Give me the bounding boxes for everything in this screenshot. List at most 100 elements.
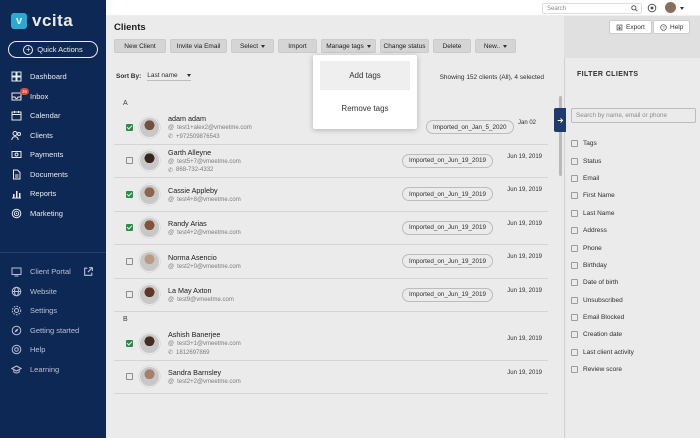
client-tag[interactable]: Imported_on_Jun_19_2019 [402, 254, 494, 268]
filter-option-status[interactable]: Status [571, 152, 634, 169]
filter-option-email-blocked[interactable]: Email Blocked [571, 309, 634, 326]
client-avatar[interactable] [139, 366, 160, 388]
sidebar-item-clients[interactable]: Clients [0, 126, 106, 146]
sidebar-item-website[interactable]: Website [0, 282, 106, 302]
filter-checkbox[interactable] [571, 261, 578, 269]
quick-actions-button[interactable]: + Quick Actions [8, 41, 98, 58]
client-name[interactable]: Garth Alleyne [168, 148, 241, 157]
toolbar-new-client-button[interactable]: New Client [114, 39, 166, 53]
filter-checkbox[interactable] [571, 157, 578, 165]
client-row[interactable]: Randy Arias @ test4+2@vmeetme.com Imported_… [114, 212, 548, 245]
toolbar-invite-via-email-button[interactable]: Invite via Email [170, 39, 227, 53]
client-tag[interactable]: Imported_on_Jun_19_2019 [402, 220, 494, 235]
filter-checkbox[interactable] [571, 140, 578, 148]
sidebar-item-payments[interactable]: Payments [0, 145, 106, 165]
filter-checkbox[interactable] [571, 279, 578, 287]
client-checkbox[interactable] [126, 157, 133, 165]
filter-checkbox[interactable] [571, 348, 578, 356]
client-row[interactable]: Garth Alleyne @ test5+7@vmeetme.com ✆ 868-73… [114, 145, 548, 178]
client-avatar[interactable] [139, 332, 160, 354]
help-button[interactable]: ? Help [653, 20, 691, 34]
client-checkbox[interactable] [126, 190, 133, 198]
client-checkbox[interactable] [126, 291, 133, 299]
client-name[interactable]: Randy Arias [168, 219, 241, 228]
client-avatar[interactable] [139, 116, 160, 138]
filter-checkbox[interactable] [571, 296, 578, 304]
remove-tags-menu-item[interactable]: Remove tags [320, 94, 410, 123]
client-checkbox[interactable] [126, 123, 133, 131]
client-avatar[interactable] [139, 250, 160, 272]
client-name[interactable]: Sandra Barnsley [168, 368, 241, 377]
client-checkbox[interactable] [126, 224, 133, 232]
client-row[interactable]: La May Axton @ test9@vmeetme.com Imported_o… [114, 279, 548, 312]
sidebar-item-marketing[interactable]: Marketing [0, 204, 106, 224]
client-name[interactable]: Cassie Appleby [168, 186, 241, 195]
client-checkbox[interactable] [126, 373, 133, 381]
filter-checkbox[interactable] [571, 174, 578, 182]
client-name[interactable]: adam adam [168, 114, 252, 123]
client-tag[interactable]: Imported_on_Jan_5_2020 [426, 120, 514, 134]
filter-option-creation-date[interactable]: Creation date [571, 326, 634, 343]
filter-option-review-score[interactable]: Review score [571, 361, 634, 378]
add-tags-menu-item[interactable]: Add tags [320, 61, 410, 90]
filter-option-unsubscribed[interactable]: Unsubscribed [571, 292, 634, 309]
client-tag[interactable]: Imported_on_Jun_19_2019 [402, 287, 494, 302]
client-avatar[interactable] [139, 217, 160, 239]
client-tag[interactable]: Imported_on_Jun_19_2019 [402, 153, 494, 168]
toolbar-new-button[interactable]: New.. [475, 39, 516, 53]
sidebar-item-settings[interactable]: Settings [0, 301, 106, 321]
toolbar-manage-tags-button[interactable]: Manage tags [321, 39, 376, 53]
sidebar-item-calendar[interactable]: Calendar [0, 106, 106, 126]
client-name[interactable]: Norma Asencio [168, 253, 241, 262]
client-row[interactable]: Cassie Appleby @ test4+8@vmeetme.com Import… [114, 178, 548, 212]
sidebar-item-dashboard[interactable]: Dashboard [0, 67, 106, 87]
client-row[interactable]: Sandra Barnsley @ test2+2@vmeetme.com Jun 1… [114, 361, 548, 394]
filter-option-last-client-activity[interactable]: Last client activity [571, 344, 634, 361]
client-checkbox[interactable] [126, 339, 133, 347]
client-avatar[interactable] [139, 150, 160, 172]
filter-checkbox[interactable] [571, 209, 578, 217]
client-avatar[interactable] [139, 183, 160, 205]
client-tag[interactable]: Imported_on_Jun_19_2019 [402, 187, 494, 201]
filter-option-date-of-birth[interactable]: Date of birth [571, 274, 634, 291]
toolbar-delete-button[interactable]: Delete [433, 39, 471, 53]
sidebar-item-getting-started[interactable]: Getting started [0, 321, 106, 341]
toolbar-select-button[interactable]: Select [231, 39, 274, 53]
global-search-input[interactable]: Search [542, 3, 642, 14]
sort-select[interactable]: Last name [147, 72, 191, 81]
sidebar-item-help[interactable]: Help [0, 340, 106, 360]
filter-search-input[interactable]: Search by name, email or phone [571, 108, 696, 123]
filter-checkbox[interactable] [571, 227, 578, 235]
filter-option-address[interactable]: Address [571, 222, 634, 239]
client-avatar[interactable] [139, 284, 160, 306]
client-row[interactable]: Ashish Banerjee @ test3+1@vmeetme.com ✆ 1812… [114, 327, 548, 361]
filter-option-last-name[interactable]: Last Name [571, 205, 634, 222]
filter-checkbox[interactable] [571, 366, 578, 374]
sidebar-item-reports[interactable]: Reports [0, 184, 106, 204]
toolbar-change-status-button[interactable]: Change status [380, 39, 429, 53]
filter-checkbox[interactable] [571, 244, 578, 252]
filter-option-email[interactable]: Email [571, 170, 634, 187]
filter-collapse-button[interactable] [554, 108, 566, 132]
sidebar-item-inbox[interactable]: Inbox 36 [0, 87, 106, 107]
client-name[interactable]: La May Axton [168, 286, 234, 295]
sidebar-item-documents[interactable]: Documents [0, 165, 106, 185]
filter-checkbox[interactable] [571, 331, 578, 339]
brand-logo[interactable]: v vcita [11, 11, 73, 31]
headset-icon[interactable] [647, 3, 657, 13]
filter-option-first-name[interactable]: First Name [571, 187, 634, 204]
filter-option-tags[interactable]: Tags [571, 135, 634, 152]
client-name[interactable]: Ashish Banerjee [168, 330, 241, 339]
chevron-down-icon[interactable] [680, 7, 684, 10]
filter-option-birthday[interactable]: Birthday [571, 257, 634, 274]
toolbar-import-button[interactable]: Import [278, 39, 317, 53]
filter-checkbox[interactable] [571, 192, 578, 200]
user-avatar[interactable] [665, 2, 676, 13]
sidebar-item-client-portal[interactable]: Client Portal [0, 262, 106, 282]
filter-checkbox[interactable] [571, 314, 578, 322]
client-row[interactable]: Norma Asencio @ test2+0@vmeetme.com Importe… [114, 245, 548, 279]
export-button[interactable]: Export [609, 20, 652, 34]
sidebar-item-learning[interactable]: Learning [0, 360, 106, 380]
client-checkbox[interactable] [126, 257, 133, 265]
filter-option-phone[interactable]: Phone [571, 239, 634, 256]
